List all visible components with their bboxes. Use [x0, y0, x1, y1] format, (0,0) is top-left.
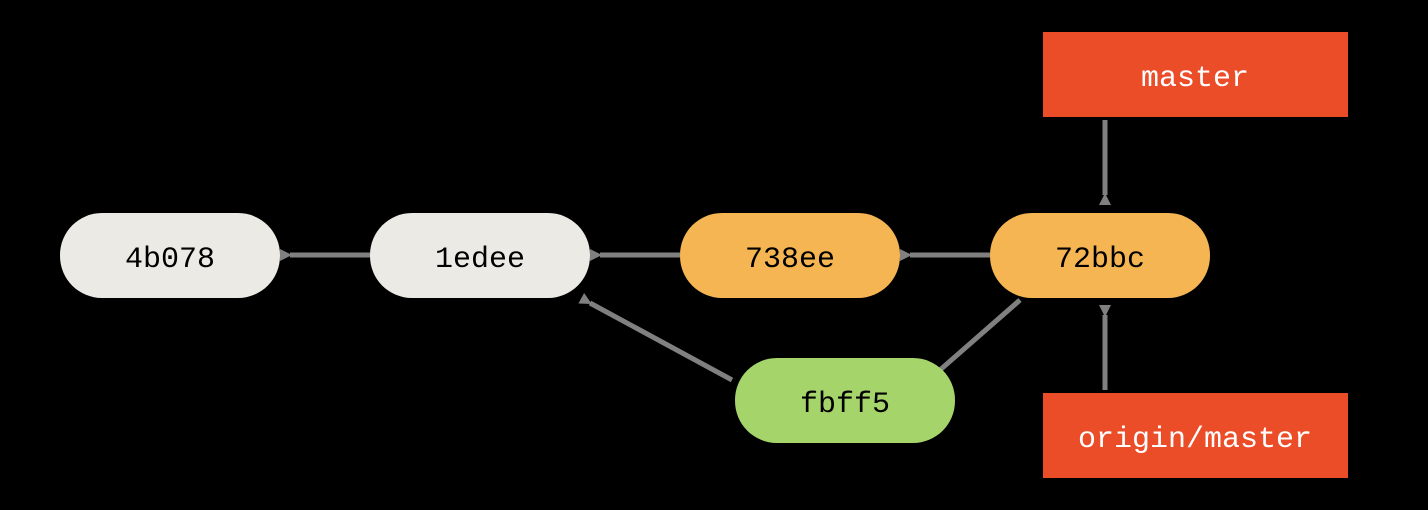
commit-72bbc: 72bbc — [990, 213, 1210, 298]
commit-4b078: 4b078 — [60, 213, 280, 298]
commit-label: 1edee — [435, 243, 525, 277]
commit-label: 72bbc — [1055, 243, 1145, 277]
commit-738ee: 738ee — [680, 213, 900, 298]
branch-origin-master: origin/master — [1043, 393, 1348, 478]
commit-label: 738ee — [745, 243, 835, 277]
branch-label: origin/master — [1078, 423, 1312, 457]
branch-label: master — [1141, 62, 1249, 96]
commit-1edee: 1edee — [370, 213, 590, 298]
arrow-fbff5-to-1edee — [590, 303, 732, 380]
commit-label: 4b078 — [125, 243, 215, 277]
branch-master: master — [1043, 32, 1348, 117]
commit-label: fbff5 — [800, 388, 890, 422]
commit-fbff5: fbff5 — [735, 358, 955, 443]
arrow-72bbc-to-fbff5 — [940, 300, 1020, 370]
git-commit-graph: 4b078 1edee 738ee 72bbc fbff5 master ori… — [0, 0, 1428, 510]
